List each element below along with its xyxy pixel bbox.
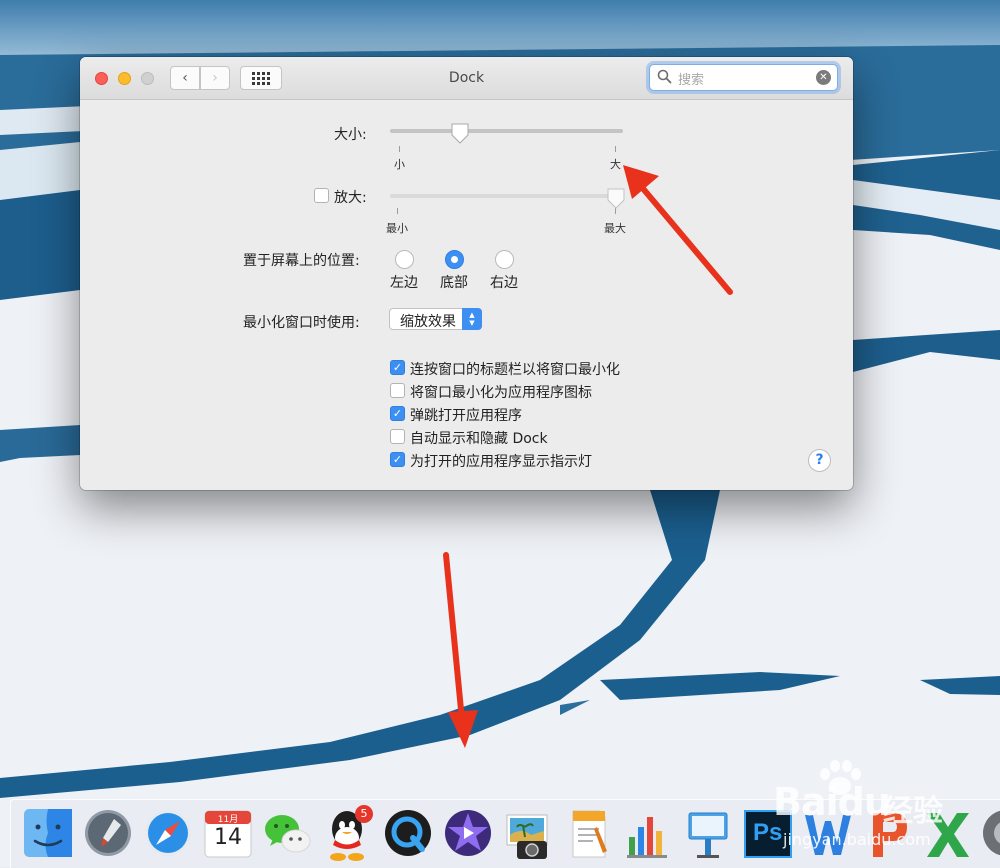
minimize-effect-popup[interactable]: 缩放效果 ▲ ▼: [389, 308, 482, 330]
watermark-url: jingyan.baidu.com: [783, 830, 931, 849]
magnification-min-tick: [397, 208, 398, 214]
position-right-radio[interactable]: [495, 250, 514, 269]
launchpad-icon[interactable]: [81, 805, 135, 863]
checkbox-bounce-label: 弹跳打开应用程序: [410, 408, 522, 424]
checkbox-bounce[interactable]: ✓: [390, 406, 405, 421]
magnification-min-label: 最小: [386, 222, 408, 235]
magnification-checkbox[interactable]: [314, 188, 329, 203]
magnification-max-label: 最大: [604, 222, 626, 235]
qq-badge: 5: [355, 805, 373, 823]
size-min-label: 小: [394, 158, 405, 171]
pages-icon[interactable]: [561, 805, 615, 863]
position-left-radio[interactable]: [395, 250, 414, 269]
wechat-icon[interactable]: [261, 805, 315, 863]
minimize-label: 最小化窗口时使用:: [243, 315, 360, 331]
position-bottom-radio[interactable]: [445, 250, 464, 269]
checkbox-autohide-label: 自动显示和隐藏 Dock: [410, 431, 548, 447]
iphoto-icon[interactable]: [501, 805, 555, 863]
search-icon: [657, 69, 672, 84]
title-bar[interactable]: ‹ › Dock 搜索 ✕: [80, 57, 853, 100]
minimize-effect-value: 缩放效果: [400, 314, 456, 330]
watermark-brand: Baidu: [773, 780, 891, 824]
checkbox-double-click-title[interactable]: ✓: [390, 360, 405, 375]
magnification-slider-track[interactable]: [390, 194, 623, 198]
search-placeholder: 搜索: [678, 73, 705, 88]
size-max-label: 大: [610, 158, 621, 171]
checkbox-indicator-lights[interactable]: ✓: [390, 452, 405, 467]
size-slider-thumb[interactable]: [450, 123, 470, 145]
numbers-icon[interactable]: [621, 805, 675, 863]
clear-search-icon[interactable]: ✕: [816, 70, 831, 85]
magnification-slider-thumb[interactable]: [606, 188, 626, 210]
finder-icon[interactable]: [21, 805, 75, 863]
size-max-tick: [615, 146, 616, 152]
watermark-brand-cn: 经验: [883, 794, 943, 829]
calendar-icon[interactable]: 11月 14: [201, 805, 255, 863]
search-field[interactable]: 搜索 ✕: [649, 64, 838, 91]
checkbox-autohide[interactable]: [390, 429, 405, 444]
checkbox-double-click-title-label: 连按窗口的标题栏以将窗口最小化: [410, 362, 620, 378]
qq-icon[interactable]: 5: [321, 805, 375, 863]
position-left-label: 左边: [390, 275, 418, 291]
position-bottom-label: 底部: [440, 275, 468, 291]
checkbox-minimize-to-app-label: 将窗口最小化为应用程序图标: [410, 385, 592, 401]
size-label: 大小:: [334, 127, 367, 143]
magnification-label: 放大:: [334, 190, 367, 206]
size-slider-track[interactable]: [390, 129, 623, 133]
position-right-label: 右边: [490, 275, 518, 291]
calendar-month: 11月: [217, 815, 239, 825]
quicktime-icon[interactable]: [381, 805, 435, 863]
keynote-icon[interactable]: [681, 805, 735, 863]
size-min-tick: [399, 146, 400, 152]
dock-preferences-window: ‹ › Dock 搜索 ✕ 大小: 小 大 放大: 最小 最大 置于屏幕上的位置…: [80, 57, 853, 490]
imovie-icon[interactable]: [441, 805, 495, 863]
safari-icon[interactable]: [141, 805, 195, 863]
checkbox-minimize-to-app[interactable]: [390, 383, 405, 398]
updown-arrows-icon: ▲ ▼: [462, 308, 482, 330]
baidu-jingyan-watermark: Baidu 经验 jingyan.baidu.com: [755, 758, 1000, 858]
help-button[interactable]: ?: [808, 449, 831, 472]
calendar-day: 14: [214, 825, 242, 850]
position-label: 置于屏幕上的位置:: [243, 253, 360, 269]
checkbox-indicator-lights-label: 为打开的应用程序显示指示灯: [410, 454, 592, 470]
